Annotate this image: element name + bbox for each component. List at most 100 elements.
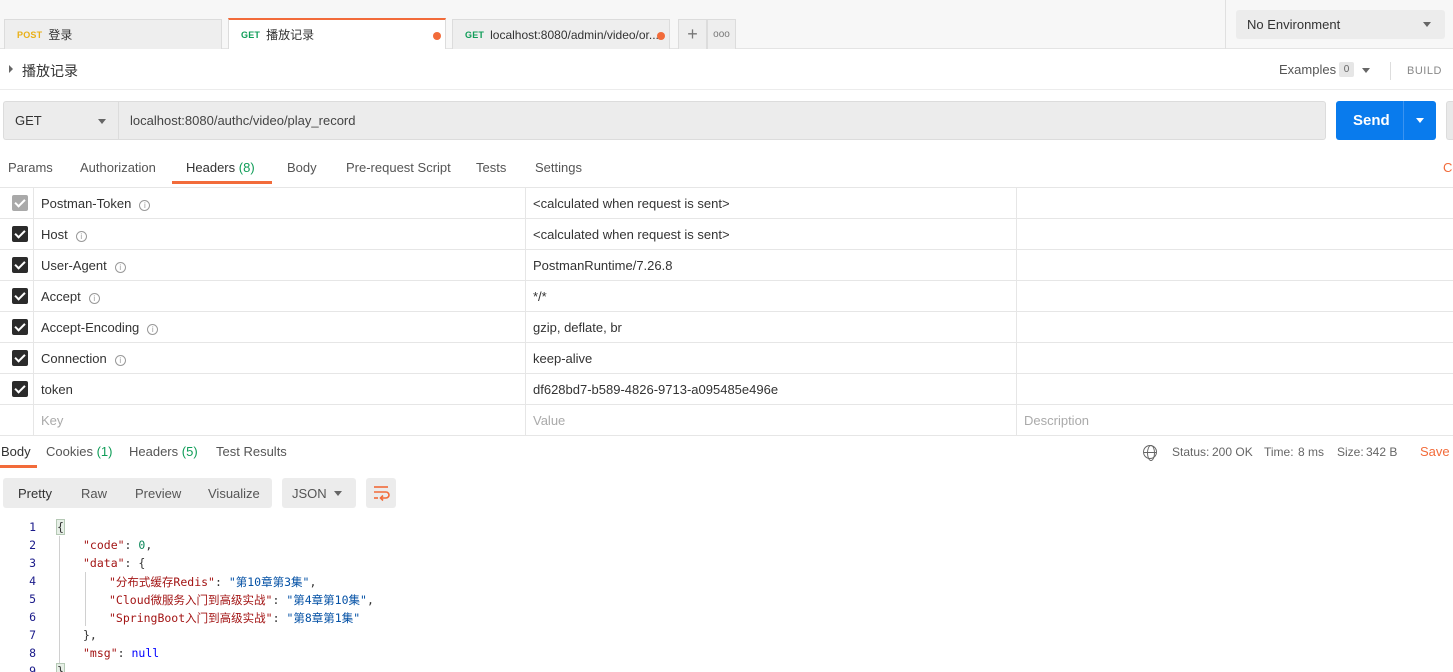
divider	[33, 374, 34, 405]
tab-params[interactable]: Params	[8, 160, 53, 175]
divider	[33, 312, 34, 343]
info-icon[interactable]: i	[114, 262, 126, 273]
row-checkbox[interactable]	[12, 195, 28, 211]
description-input[interactable]: Description	[1024, 413, 1089, 428]
header-value[interactable]: gzip, deflate, br	[533, 320, 622, 335]
send-label: Send	[1353, 112, 1390, 129]
environment-select[interactable]: No Environment	[1236, 10, 1445, 39]
wrap-lines-button[interactable]	[366, 478, 396, 508]
divider	[1225, 0, 1226, 49]
json-value: "第8章第1集"	[286, 611, 361, 625]
unsaved-dot-icon	[657, 32, 665, 40]
divider	[1403, 101, 1404, 140]
tab-headers[interactable]: Headers (8)	[186, 160, 255, 175]
format-select[interactable]: JSON	[282, 478, 356, 508]
header-value[interactable]: */*	[533, 289, 547, 304]
globe-icon[interactable]	[1143, 445, 1157, 461]
info-icon[interactable]: i	[75, 231, 87, 242]
code-line: },	[83, 628, 97, 642]
request-tab-login[interactable]: POST 登录	[4, 19, 222, 49]
method-select[interactable]: GET	[3, 101, 118, 140]
row-checkbox[interactable]	[12, 257, 28, 273]
code-line: "data": {	[83, 556, 146, 570]
row-checkbox[interactable]	[12, 350, 28, 366]
value-input[interactable]: Value	[533, 413, 565, 428]
info-icon[interactable]: i	[114, 355, 126, 366]
divider	[1016, 343, 1017, 374]
json-key: "code"	[83, 538, 125, 552]
new-tab-button[interactable]: +	[678, 19, 707, 49]
tab-body[interactable]: Body	[287, 160, 317, 175]
line-number: 2	[29, 538, 36, 552]
response-tab-body[interactable]: Body	[1, 444, 31, 459]
code-line: {	[56, 519, 65, 535]
tab-options-button[interactable]: ooo	[707, 19, 736, 49]
table-row: Connection i keep-alive	[0, 343, 1453, 374]
size-value[interactable]: 342 B	[1366, 445, 1397, 459]
header-key[interactable]: Host i	[41, 227, 87, 242]
header-key[interactable]: User-Agent i	[41, 258, 126, 273]
key-input[interactable]: Key	[41, 413, 63, 428]
info-icon[interactable]: i	[88, 293, 100, 304]
line-number: 3	[29, 556, 36, 570]
chevron-down-icon	[334, 491, 342, 496]
info-icon[interactable]: i	[139, 200, 151, 211]
response-tab-test-results[interactable]: Test Results	[216, 444, 287, 459]
chevron-down-icon	[1423, 22, 1431, 27]
header-value[interactable]: df628bd7-b589-4826-9713-a095485e496e	[533, 382, 778, 397]
url-input[interactable]: localhost:8080/authc/video/play_record	[118, 101, 1326, 140]
header-key[interactable]: Accept-Encoding i	[41, 320, 159, 335]
header-key[interactable]: Accept i	[41, 289, 100, 304]
table-row-new: Key Value Description	[0, 405, 1453, 436]
send-button[interactable]: Send	[1336, 101, 1436, 140]
view-visualize-button[interactable]: Visualize	[208, 486, 260, 501]
tab-settings[interactable]: Settings	[535, 160, 582, 175]
row-checkbox[interactable]	[12, 381, 28, 397]
request-tab-play-record[interactable]: GET 播放记录	[228, 18, 446, 49]
request-tab-admin-video[interactable]: GET localhost:8080/admin/video/or...	[452, 19, 670, 49]
save-button[interactable]	[1446, 101, 1453, 140]
cookies-link[interactable]: Co	[1443, 160, 1453, 175]
divider	[1016, 405, 1017, 436]
expand-triangle-icon[interactable]	[9, 65, 13, 73]
build-button[interactable]: BUILD	[1407, 65, 1442, 77]
status-value[interactable]: 200 OK	[1212, 445, 1253, 459]
header-key[interactable]: Postman-Token i	[41, 196, 151, 211]
header-key[interactable]: token	[41, 382, 73, 397]
tab-pre-request-script[interactable]: Pre-request Script	[346, 160, 451, 175]
response-tab-cookies[interactable]: Cookies (1)	[46, 444, 112, 459]
header-key[interactable]: Connection i	[41, 351, 126, 366]
examples-count-badge: 0	[1339, 62, 1354, 77]
response-tab-headers[interactable]: Headers (5)	[129, 444, 198, 459]
header-value[interactable]: <calculated when request is sent>	[533, 196, 730, 211]
method-badge: GET	[241, 29, 261, 40]
view-preview-button[interactable]: Preview	[135, 486, 181, 501]
divider	[1016, 188, 1017, 219]
divider	[1390, 62, 1391, 80]
divider	[1016, 374, 1017, 405]
save-response-button[interactable]: Save R	[1420, 444, 1453, 459]
tab-tests[interactable]: Tests	[476, 160, 506, 175]
json-value: "第10章第3集"	[228, 575, 310, 589]
info-icon[interactable]: i	[147, 324, 159, 335]
examples-label[interactable]: Examples	[1279, 62, 1336, 77]
row-checkbox[interactable]	[12, 288, 28, 304]
tab-authorization[interactable]: Authorization	[80, 160, 156, 175]
chevron-down-icon[interactable]	[1362, 68, 1370, 73]
line-number: 5	[29, 592, 36, 606]
code-line: }	[56, 663, 65, 672]
line-number: 7	[29, 628, 36, 642]
table-row: Accept-Encoding i gzip, deflate, br	[0, 312, 1453, 343]
header-value[interactable]: keep-alive	[533, 351, 592, 366]
row-checkbox[interactable]	[12, 226, 28, 242]
header-key-text: User-Agent	[41, 258, 107, 273]
view-raw-button[interactable]: Raw	[81, 486, 107, 501]
divider	[1016, 312, 1017, 343]
view-pretty-button[interactable]: Pretty	[18, 486, 52, 501]
header-value[interactable]: PostmanRuntime/7.26.8	[533, 258, 672, 273]
request-title[interactable]: 播放记录	[22, 61, 78, 81]
time-value[interactable]: 8 ms	[1298, 445, 1324, 459]
send-options-chevron-icon[interactable]	[1416, 118, 1424, 123]
header-value[interactable]: <calculated when request is sent>	[533, 227, 730, 242]
row-checkbox[interactable]	[12, 319, 28, 335]
